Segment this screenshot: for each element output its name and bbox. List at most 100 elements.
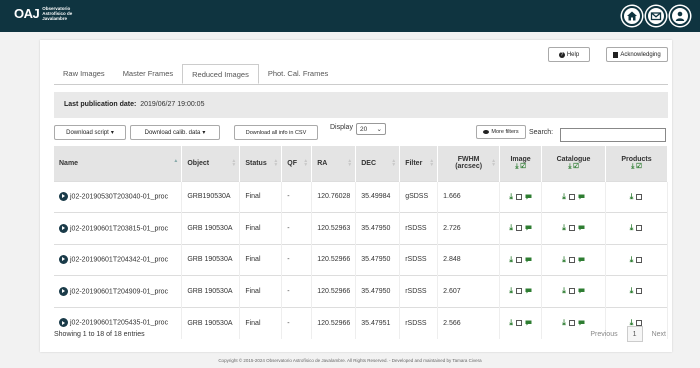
cell-qf: - xyxy=(281,180,313,213)
cell-status: Final xyxy=(239,275,283,307)
cell-dec: 35.47951 xyxy=(355,306,401,339)
publication-date-bar: Last publication date: 2019/06/27 19:00:… xyxy=(54,92,668,118)
select-checkbox[interactable] xyxy=(568,256,575,263)
select-checkbox[interactable] xyxy=(515,320,522,327)
tab-raw-images[interactable]: Raw Images xyxy=(54,64,114,84)
select-checkbox[interactable] xyxy=(636,193,643,200)
next-page-button[interactable]: Next xyxy=(652,331,666,338)
cell-catalogue-actions: ⤓ xyxy=(541,243,606,276)
cell-name: j02-20190601T203815-01_proc xyxy=(54,212,183,244)
previous-page-button[interactable]: Previous xyxy=(590,331,617,338)
cell-filter: gSDSS xyxy=(399,180,439,213)
reduced-images-table: Name ▲ Object ▲ ▼ Status ▲ ▼ QF ▲ ▼ RA ▲ ▼ DEC ▲ ▼ … xyxy=(54,146,669,339)
play-circle-icon[interactable] xyxy=(59,255,68,265)
comment-icon[interactable] xyxy=(525,288,532,294)
user-icon[interactable] xyxy=(670,6,690,26)
select-checkbox[interactable] xyxy=(568,225,575,232)
external-link-icon: ☑ xyxy=(573,162,579,170)
brand-logo[interactable]: OAJ Observatorio Astrofísico de Javalamb… xyxy=(14,6,72,21)
download-csv-button[interactable]: Download all info in CSV xyxy=(234,125,318,140)
download-script-button[interactable]: Download script ▾ xyxy=(54,125,126,140)
acknowledging-button[interactable]: Acknowledging xyxy=(606,47,668,62)
tab-reduced-images[interactable]: Reduced Images xyxy=(182,64,259,84)
col-ra[interactable]: RA ▲ ▼ xyxy=(311,146,357,181)
col-dec[interactable]: DEC ▲ ▼ xyxy=(355,146,401,181)
tab-master-frames[interactable]: Master Frames xyxy=(114,64,182,84)
download-icon[interactable]: ⤓ xyxy=(562,318,566,327)
more-filters-button[interactable]: More filters xyxy=(476,125,526,139)
download-calib-button[interactable]: Download calib. data ▾ xyxy=(130,125,220,140)
download-icon[interactable]: ⤓ xyxy=(509,286,513,295)
download-icon[interactable]: ⤓ xyxy=(509,223,513,232)
download-icon[interactable]: ⤓ xyxy=(562,192,566,201)
tab-phot-cal-frames[interactable]: Phot. Cal. Frames xyxy=(259,64,337,84)
play-circle-icon[interactable] xyxy=(59,286,68,296)
download-icon[interactable]: ⤓ xyxy=(509,255,513,264)
download-icon[interactable]: ⤓ xyxy=(630,255,634,264)
sort-icon: ▲ ▼ xyxy=(273,158,279,168)
comment-icon[interactable] xyxy=(525,194,532,200)
cell-qf: - xyxy=(281,275,313,307)
select-checkbox[interactable] xyxy=(636,256,643,263)
mail-icon[interactable] xyxy=(646,6,666,26)
col-fwhm[interactable]: FWHM (arcsec) ▲ ▼ xyxy=(437,146,501,181)
copyright: Copyright © 2015-2024 Observatorio Astro… xyxy=(218,358,482,363)
play-circle-icon[interactable] xyxy=(59,223,68,233)
download-icon[interactable]: ⤓ xyxy=(630,286,634,295)
select-checkbox[interactable] xyxy=(568,288,575,295)
cell-ra: 120.52963 xyxy=(311,212,357,244)
cell-dec: 35.49984 xyxy=(355,180,401,213)
col-filter[interactable]: Filter ▲ ▼ xyxy=(399,146,439,181)
select-checkbox[interactable] xyxy=(515,256,522,263)
cell-status: Final xyxy=(239,212,283,244)
comment-icon[interactable] xyxy=(578,320,585,326)
comment-icon[interactable] xyxy=(578,225,585,231)
cell-filter: rSDSS xyxy=(399,275,439,307)
sort-icon: ▲ ▼ xyxy=(491,158,497,168)
col-name[interactable]: Name ▲ xyxy=(54,146,183,181)
select-checkbox[interactable] xyxy=(636,225,643,232)
sort-icon: ▲ ▼ xyxy=(347,158,353,168)
select-checkbox[interactable] xyxy=(515,288,522,295)
download-script-label: Download script xyxy=(66,129,109,136)
cell-catalogue-actions: ⤓ xyxy=(541,275,606,307)
cell-status: Final xyxy=(239,180,283,213)
comment-icon[interactable] xyxy=(578,194,585,200)
select-checkbox[interactable] xyxy=(568,320,575,327)
select-checkbox[interactable] xyxy=(636,288,643,295)
caret-down-icon: ▾ xyxy=(110,130,114,136)
download-icon[interactable]: ⤓ xyxy=(562,286,566,295)
comment-icon[interactable] xyxy=(578,257,585,263)
comment-icon[interactable] xyxy=(525,225,532,231)
cell-image-actions: ⤓ xyxy=(499,306,543,339)
comment-icon[interactable] xyxy=(578,288,585,294)
table-row: j02-20190601T205435-01_proc GRB 190530A Fi… xyxy=(54,306,669,339)
page-1-button[interactable]: 1 xyxy=(626,326,643,342)
search-input[interactable] xyxy=(560,128,666,142)
col-object[interactable]: Object ▲ ▼ xyxy=(181,146,241,181)
cell-object: GRB 190530A xyxy=(181,243,241,276)
pagination: Previous 1 Next xyxy=(590,326,666,342)
col-status[interactable]: Status ▲ ▼ xyxy=(239,146,283,181)
download-icon[interactable]: ⤓ xyxy=(509,318,513,327)
download-icon[interactable]: ⤓ xyxy=(562,223,566,232)
play-circle-icon[interactable] xyxy=(59,318,68,328)
help-button[interactable]: ? Help xyxy=(548,47,590,62)
comment-icon[interactable] xyxy=(525,257,532,263)
download-icon[interactable]: ⤓ xyxy=(630,223,634,232)
col-qf[interactable]: QF ▲ ▼ xyxy=(281,146,313,181)
cell-fwhm: 2.848 xyxy=(437,243,501,276)
sort-icon: ▲ ▼ xyxy=(429,158,435,168)
download-icon[interactable]: ⤓ xyxy=(630,192,634,201)
comment-icon[interactable] xyxy=(525,320,532,326)
home-icon[interactable] xyxy=(622,6,642,26)
play-circle-icon[interactable] xyxy=(59,192,68,202)
select-checkbox[interactable] xyxy=(568,193,575,200)
download-icon[interactable]: ⤓ xyxy=(562,255,566,264)
publication-date-label: Last publication date: xyxy=(64,101,137,108)
sort-icon: ▲ ▼ xyxy=(391,158,397,168)
display-select[interactable]: 20 ⌄ xyxy=(356,123,386,135)
select-checkbox[interactable] xyxy=(515,193,522,200)
download-icon[interactable]: ⤓ xyxy=(509,192,513,201)
select-checkbox[interactable] xyxy=(515,225,522,232)
